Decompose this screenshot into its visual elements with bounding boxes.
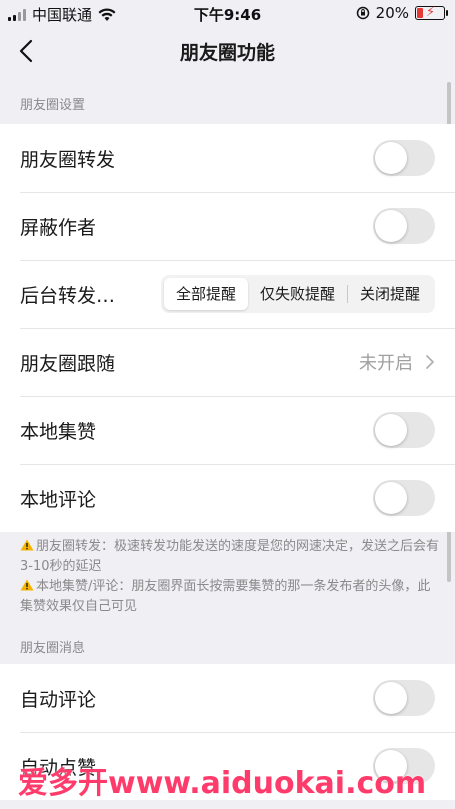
note-local: 本地集赞/评论：朋友圈界面长按需要集赞的那一条发布者的头像，此集赞效果仅自己可见 [20, 577, 440, 617]
segment-all-notify[interactable]: 全部提醒 [163, 278, 248, 310]
row-label: 本地集赞 [20, 420, 97, 443]
row-label: 自动评论 [20, 688, 97, 711]
row-label: 屏蔽作者 [20, 216, 97, 239]
forward-toggle[interactable] [373, 140, 435, 176]
battery-percent: 20% [375, 4, 409, 22]
row-auto-comment[interactable]: 自动评论 [0, 664, 455, 732]
watermark: 爱多开www.aiduokai.com [18, 766, 427, 801]
notify-segmented-control: 全部提醒 仅失败提醒 关闭提醒 [160, 275, 435, 313]
block-author-toggle[interactable] [373, 208, 435, 244]
row-forward[interactable]: 朋友圈转发 [0, 124, 455, 192]
local-comment-toggle[interactable] [373, 480, 435, 516]
row-local-comment[interactable]: 本地评论 [0, 464, 455, 532]
warning-icon [20, 539, 34, 551]
battery-icon: ⚡ [415, 5, 448, 20]
segment-fail-only[interactable]: 仅失败提醒 [248, 278, 347, 310]
notes: 朋友圈转发：极速转发功能发送的速度是您的网速决定，发送之后会有3-10秒的延迟 … [20, 537, 440, 617]
segment-off[interactable]: 关闭提醒 [348, 278, 432, 310]
note-forward-text: 朋友圈转发：极速转发功能发送的速度是您的网速决定，发送之后会有3-10秒的延迟 [20, 539, 440, 574]
row-label: 本地评论 [20, 488, 97, 511]
settings-group: 朋友圈转发 屏蔽作者 后台转发… 全部提醒 仅失败提醒 关闭提醒 朋友圈跟随 未… [0, 124, 455, 532]
note-forward: 朋友圈转发：极速转发功能发送的速度是您的网速决定，发送之后会有3-10秒的延迟 [20, 537, 440, 577]
nav-bar: 朋友圈功能 [0, 26, 455, 76]
follow-status: 未开启 [359, 353, 413, 374]
auto-comment-toggle[interactable] [373, 680, 435, 716]
row-local-like[interactable]: 本地集赞 [0, 396, 455, 464]
row-follow[interactable]: 朋友圈跟随 未开启 [0, 328, 455, 396]
orientation-lock-icon [356, 6, 369, 20]
local-like-toggle[interactable] [373, 412, 435, 448]
row-block-author[interactable]: 屏蔽作者 [0, 192, 455, 260]
page-title: 朋友圈功能 [179, 42, 275, 64]
row-label: 朋友圈转发 [20, 148, 116, 171]
row-background-forward: 后台转发… 全部提醒 仅失败提醒 关闭提醒 [0, 260, 455, 328]
section-header-settings: 朋友圈设置 [20, 98, 86, 113]
section-header-messages: 朋友圈消息 [20, 641, 86, 656]
row-label: 后台转发… [20, 284, 116, 307]
note-local-text: 本地集赞/评论：朋友圈界面长按需要集赞的那一条发布者的头像，此集赞效果仅自己可见 [20, 579, 431, 614]
row-label: 朋友圈跟随 [20, 352, 116, 375]
chevron-right-icon [426, 355, 434, 369]
status-right: 20% ⚡ [356, 4, 448, 22]
status-bar: 中国联通 下午9:46 20% ⚡ [0, 0, 455, 26]
warning-icon [20, 579, 34, 591]
